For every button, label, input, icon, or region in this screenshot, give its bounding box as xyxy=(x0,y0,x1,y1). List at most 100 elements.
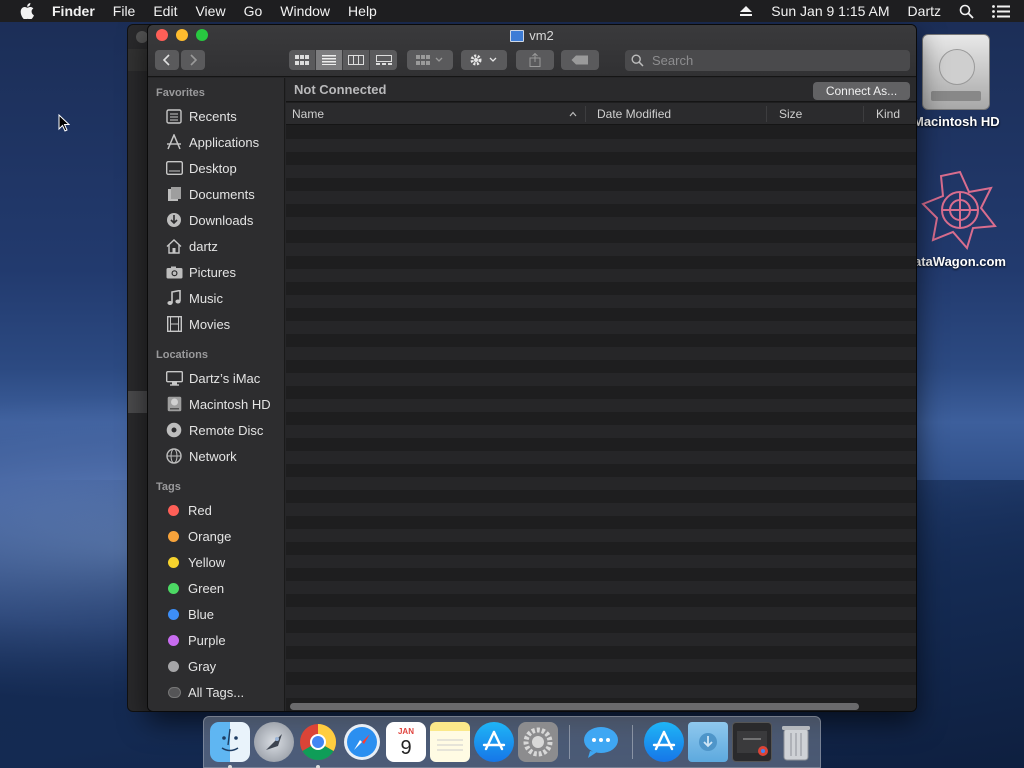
sidebar-tag-red[interactable]: Red xyxy=(148,498,285,522)
desktop-icon xyxy=(165,160,183,176)
gallery-icon xyxy=(375,55,392,65)
sidebar-item-desktop[interactable]: Desktop xyxy=(148,156,285,180)
tag-color-dot xyxy=(168,660,179,672)
action-menu-button[interactable] xyxy=(461,50,507,70)
system-preferences-dock-icon[interactable] xyxy=(518,722,558,762)
horizontal-scrollbar[interactable] xyxy=(290,703,859,710)
column-name[interactable]: Name xyxy=(292,107,324,121)
back-button[interactable] xyxy=(155,50,179,70)
sidebar-item-imac[interactable]: Dartz’s iMac xyxy=(148,366,285,390)
column-date-modified[interactable]: Date Modified xyxy=(597,107,671,121)
downloads-icon xyxy=(165,212,183,228)
launchpad-dock-icon[interactable] xyxy=(254,722,294,762)
trash-dock-icon[interactable] xyxy=(776,722,816,762)
sidebar-item-applications[interactable]: Applications xyxy=(148,130,285,154)
hard-drive-icon xyxy=(922,34,991,110)
apple-menu-icon[interactable] xyxy=(20,3,34,19)
sidebar-item-pictures[interactable]: Pictures xyxy=(148,260,285,284)
empty-file-list[interactable] xyxy=(286,126,916,698)
menu-go[interactable]: Go xyxy=(235,3,272,19)
forward-button[interactable] xyxy=(181,50,205,70)
spotlight-search-icon[interactable] xyxy=(950,4,983,19)
menu-view[interactable]: View xyxy=(186,3,234,19)
icon-view-button[interactable] xyxy=(289,50,316,70)
chrome-window-dock-icon[interactable] xyxy=(732,722,772,762)
sidebar-tag-purple[interactable]: Purple xyxy=(148,628,285,652)
sidebar-item-label: Applications xyxy=(189,134,260,150)
sidebar-item-label: Downloads xyxy=(189,212,254,228)
remote-disc-icon xyxy=(165,422,183,438)
app-store-dock-icon[interactable] xyxy=(474,722,514,762)
menu-file[interactable]: File xyxy=(104,3,145,19)
menu-help[interactable]: Help xyxy=(339,3,386,19)
tag-color-dot xyxy=(168,504,179,516)
edit-tags-button[interactable] xyxy=(561,50,599,70)
finder-window: vm2 Search Favorites Recents Application… xyxy=(147,24,917,712)
applications-icon xyxy=(165,134,183,150)
sidebar-item-label: Movies xyxy=(189,316,231,332)
notification-center-icon[interactable] xyxy=(983,4,1024,18)
sidebar-item-documents[interactable]: Documents xyxy=(148,182,285,206)
connection-status: Not Connected xyxy=(294,82,387,97)
column-divider[interactable] xyxy=(766,106,767,122)
column-size[interactable]: Size xyxy=(779,107,802,121)
eject-icon[interactable] xyxy=(730,5,762,17)
sidebar-tag-gray[interactable]: Gray xyxy=(148,654,285,678)
dock: JAN 9 xyxy=(203,716,821,768)
safari-dock-icon[interactable] xyxy=(342,722,382,762)
desktop-item-datawagon[interactable]: ataWagon.com xyxy=(914,170,1006,269)
sidebar-item-recents[interactable]: Recents xyxy=(148,104,285,128)
calendar-day: 9 xyxy=(400,737,412,759)
menu-edit[interactable]: Edit xyxy=(144,3,186,19)
downloads-folder-dock-icon[interactable] xyxy=(688,722,728,762)
sidebar-tag-blue[interactable]: Blue xyxy=(148,602,285,626)
columns-icon xyxy=(348,55,364,65)
sidebar-item-label: Pictures xyxy=(189,264,236,280)
share-button[interactable] xyxy=(516,50,554,70)
imac-icon xyxy=(165,370,183,386)
chrome-dock-icon[interactable] xyxy=(298,722,338,768)
sidebar-tag-all-tags[interactable]: All Tags... xyxy=(148,680,285,704)
messages-dock-icon[interactable] xyxy=(581,722,621,762)
desktop-item-macintosh-hd[interactable]: Macintosh HD xyxy=(913,34,1000,129)
datawagon-logo-icon xyxy=(921,170,997,250)
column-header-row: Name Date Modified Size Kind xyxy=(286,103,916,125)
notes-dock-icon[interactable] xyxy=(430,722,470,762)
group-by-button[interactable] xyxy=(407,50,453,70)
file-list-area[interactable]: Not Connected Connect As... Name Date Mo… xyxy=(286,78,916,711)
sidebar-item-downloads[interactable]: Downloads xyxy=(148,208,285,232)
app-store-download-dock-icon[interactable] xyxy=(644,722,684,762)
search-field[interactable] xyxy=(625,50,910,71)
sidebar-item-label: Gray xyxy=(188,658,217,674)
sidebar-item-network[interactable]: Network xyxy=(148,444,285,468)
menu-clock[interactable]: Sun Jan 9 1:15 AM xyxy=(762,3,898,19)
menu-user[interactable]: Dartz xyxy=(899,3,950,19)
all-tags-icon xyxy=(168,686,181,698)
column-kind[interactable]: Kind xyxy=(876,107,900,121)
sidebar-item-label: Green xyxy=(188,580,225,596)
connect-as-button[interactable]: Connect As... xyxy=(813,82,910,100)
column-divider[interactable] xyxy=(863,106,864,122)
menu-window[interactable]: Window xyxy=(271,3,339,19)
sort-ascending-icon xyxy=(569,111,577,117)
column-view-button[interactable] xyxy=(343,50,370,70)
group-icon xyxy=(416,55,443,65)
calendar-dock-icon[interactable]: JAN 9 xyxy=(386,722,426,762)
sidebar-item-remote-disc[interactable]: Remote Disc xyxy=(148,418,285,442)
sidebar-item-label: Purple xyxy=(188,632,226,648)
gear-icon xyxy=(470,54,497,66)
list-view-button[interactable] xyxy=(316,50,343,70)
sidebar-item-movies[interactable]: Movies xyxy=(148,312,285,336)
finder-dock-icon[interactable] xyxy=(210,722,250,768)
sidebar-tag-yellow[interactable]: Yellow xyxy=(148,550,285,574)
sidebar-item-macintosh-hd[interactable]: Macintosh HD xyxy=(148,392,285,416)
sidebar-item-home[interactable]: dartz xyxy=(148,234,285,258)
search-input[interactable] xyxy=(652,53,892,68)
sidebar-item-music[interactable]: Music xyxy=(148,286,285,310)
sidebar-tag-orange[interactable]: Orange xyxy=(148,524,285,548)
sidebar-tag-green[interactable]: Green xyxy=(148,576,285,600)
menu-finder[interactable]: Finder xyxy=(46,3,104,19)
calendar-month: JAN xyxy=(397,727,414,736)
column-divider[interactable] xyxy=(585,106,586,122)
gallery-view-button[interactable] xyxy=(370,50,397,70)
